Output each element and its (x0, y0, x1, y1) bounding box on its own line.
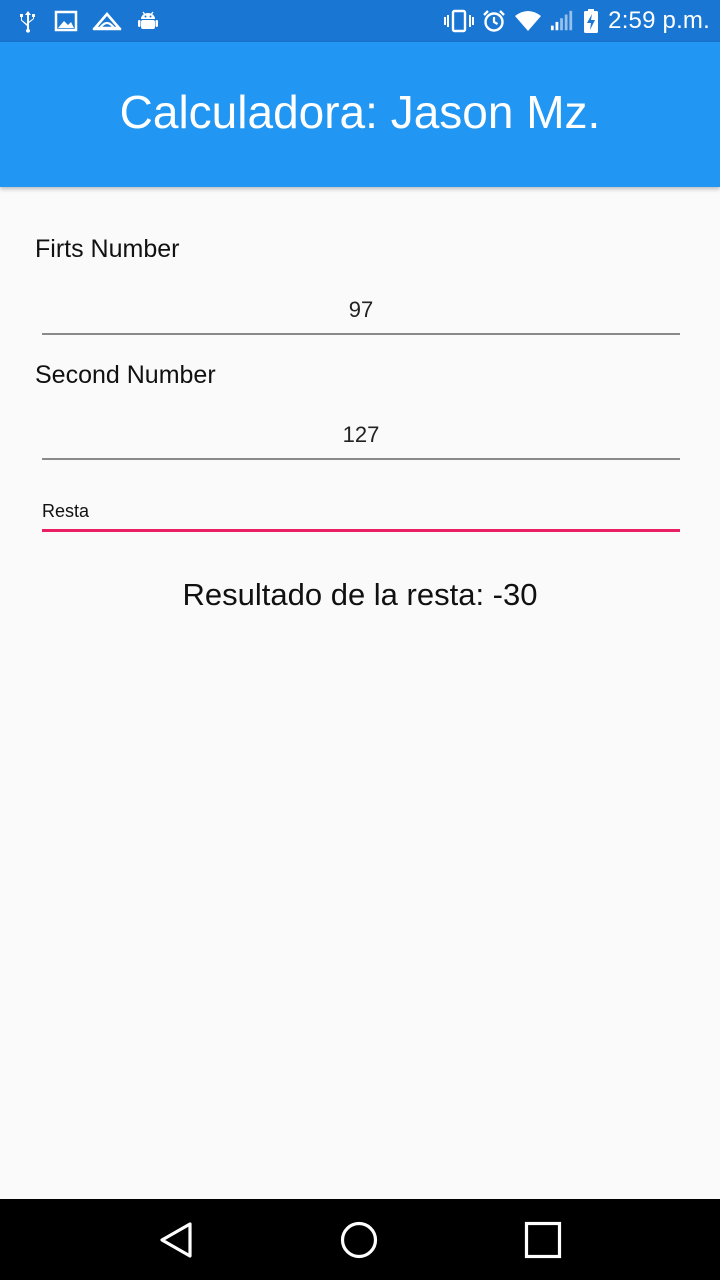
second-number-input[interactable] (42, 412, 680, 460)
recents-icon (524, 1221, 562, 1259)
first-number-label: Firts Number (35, 235, 180, 263)
battery-charging-icon (582, 9, 600, 33)
app-title: Calculadora: Jason Mz. (119, 85, 601, 138)
second-number-label: Second Number (35, 361, 216, 389)
usb-icon (16, 9, 40, 33)
result-label: Resultado de la resta: -30 (182, 577, 538, 612)
status-bar-right: 2:59 p.m. (444, 0, 710, 42)
home-icon (340, 1221, 378, 1259)
cloud-icon (92, 9, 122, 33)
android-icon (136, 9, 160, 33)
back-icon (160, 1222, 192, 1258)
operation-picker-value: Resta (42, 500, 90, 521)
image-icon (54, 9, 78, 33)
recents-button[interactable] (520, 1217, 566, 1263)
status-bar-left (16, 0, 160, 42)
signal-icon (550, 9, 574, 33)
calculator-form: Firts Number Second Number Resta Resulta… (0, 187, 720, 1199)
back-button[interactable] (153, 1217, 199, 1263)
navigation-bar (0, 1199, 720, 1280)
status-bar: 2:59 p.m. (0, 0, 720, 42)
alarm-icon (482, 9, 506, 33)
vibrate-icon (444, 9, 475, 33)
operation-picker[interactable]: Resta (42, 493, 680, 532)
home-button[interactable] (336, 1217, 382, 1263)
status-time: 2:59 p.m. (608, 7, 710, 34)
app-bar: Calculadora: Jason Mz. (0, 42, 720, 187)
wifi-icon (514, 9, 542, 33)
first-number-input[interactable] (42, 287, 680, 335)
